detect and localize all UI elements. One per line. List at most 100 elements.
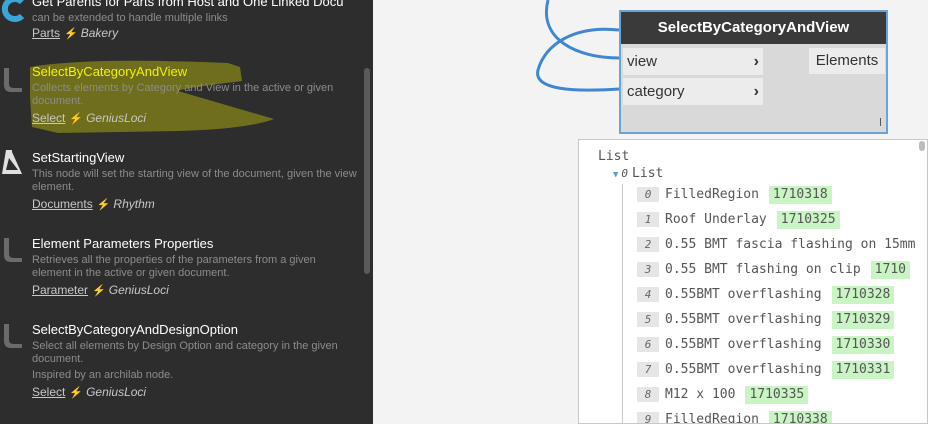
geniusloci-icon xyxy=(4,238,22,262)
library-item-description-extra: Inspired by an archilab node. xyxy=(32,369,174,381)
item-name: FilledRegion xyxy=(665,187,759,202)
list-item: 0 FilledRegion 1710318 xyxy=(637,184,832,204)
library-item-selectbycategoryandview[interactable]: SelectByCategoryAndView Collects element… xyxy=(0,58,362,138)
expand-triangle-icon[interactable]: ▼ xyxy=(613,170,618,180)
item-name: 0.55BMT overflashing xyxy=(665,337,822,352)
bakery-c-icon xyxy=(1,0,25,22)
rhythm-icon xyxy=(2,150,22,174)
element-id: 1710338 xyxy=(768,410,832,423)
bolt-icon: ⚡ xyxy=(69,387,84,399)
preview-sublist-header[interactable]: ▼ 0 List xyxy=(613,166,663,181)
element-id: 1710 xyxy=(870,260,910,279)
element-id: 1710328 xyxy=(831,285,895,304)
category-link[interactable]: Select xyxy=(32,385,65,399)
library-item-name: SetStartingView xyxy=(32,150,125,165)
library-item-name: SelectByCategoryAndView xyxy=(32,64,188,79)
node-preview-list[interactable]: List ▼ 0 List 0 FilledRegion 1710318 1 Roof U… xyxy=(578,139,928,424)
bolt-icon: ⚡ xyxy=(92,285,106,297)
package-name: GeniusLoci xyxy=(108,283,169,297)
preview-root-label: List xyxy=(598,149,630,164)
bolt-icon: ⚡ xyxy=(64,28,78,40)
library-item-meta: Documents ⚡ Rhythm xyxy=(32,197,155,211)
item-index: 8 xyxy=(637,387,659,402)
library-item-name: Get Parents for Parts from Host and One … xyxy=(32,0,344,9)
sublist-index: 0 xyxy=(621,167,629,180)
item-index: 1 xyxy=(637,212,659,227)
library-item-meta: Select ⚡ GeniusLoci xyxy=(32,111,146,125)
category-link[interactable]: Documents xyxy=(32,197,93,211)
item-name: 0.55BMT overflashing xyxy=(665,312,822,327)
library-item-selectbycategoryanddesignoption[interactable]: SelectByCategoryAndDesignOption Select a… xyxy=(0,316,362,408)
element-id: 1710331 xyxy=(831,360,895,379)
item-index: 0 xyxy=(637,187,659,202)
list-item: 5 0.55BMT overflashing 1710329 xyxy=(637,309,895,329)
library-scrollbar-thumb[interactable] xyxy=(364,68,370,274)
library-item-setstartingview[interactable]: SetStartingView This node will set the s… xyxy=(0,144,362,220)
item-name: 0.55 BMT fascia flashing on 15mm xyxy=(665,237,916,252)
sublist-label: List xyxy=(632,166,664,181)
tree-guide-line xyxy=(622,184,623,423)
item-index: 7 xyxy=(637,362,659,377)
library-item-name: Element Parameters Properties xyxy=(32,236,214,251)
item-name: 0.55 BMT flashing on clip xyxy=(665,262,861,277)
package-name: GeniusLoci xyxy=(86,385,147,399)
output-port-elements[interactable]: Elements xyxy=(809,48,885,74)
port-label: category xyxy=(627,83,685,100)
list-item: 1 Roof Underlay 1710325 xyxy=(637,209,840,229)
input-port-category[interactable]: category › xyxy=(623,78,763,105)
chevron-right-icon: › xyxy=(753,53,759,70)
item-index: 3 xyxy=(637,262,659,277)
item-index: 5 xyxy=(637,312,659,327)
geniusloci-icon xyxy=(4,324,22,348)
item-index: 6 xyxy=(637,337,659,352)
element-id: 1710329 xyxy=(831,310,895,329)
library-item-meta: Select ⚡ GeniusLoci xyxy=(32,385,146,399)
element-id: 1710318 xyxy=(768,185,832,204)
item-index: 4 xyxy=(637,287,659,302)
item-name: FilledRegion xyxy=(665,412,759,424)
library-item-meta: Parts ⚡ Bakery xyxy=(32,26,118,40)
element-id: 1710335 xyxy=(745,385,809,404)
package-name: Bakery xyxy=(80,26,119,40)
item-index: 2 xyxy=(637,237,659,252)
node-lacing-mark: l xyxy=(879,116,883,129)
chevron-right-icon: › xyxy=(753,83,759,100)
item-name: M12 x 100 xyxy=(665,387,736,402)
node-library-panel: Get Parents for Parts from Host and One … xyxy=(0,0,373,424)
bolt-icon: ⚡ xyxy=(69,113,84,125)
list-item: 7 0.55BMT overflashing 1710331 xyxy=(637,359,895,379)
library-item-get-parents[interactable]: Get Parents for Parts from Host and One … xyxy=(0,0,362,44)
item-name: Roof Underlay xyxy=(665,212,767,227)
element-id: 1710330 xyxy=(831,335,895,354)
list-item: 8 M12 x 100 1710335 xyxy=(637,384,809,404)
library-item-name: SelectByCategoryAndDesignOption xyxy=(32,322,238,337)
category-link[interactable]: Parameter xyxy=(32,283,88,297)
node-title[interactable]: SelectByCategoryAndView xyxy=(621,12,886,44)
list-item: 6 0.55BMT overflashing 1710330 xyxy=(637,334,895,354)
category-link[interactable]: Parts xyxy=(32,26,60,40)
item-name: 0.55BMT overflashing xyxy=(665,287,822,302)
library-item-description: can be extended to handle multiple links xyxy=(32,12,228,24)
input-port-view[interactable]: view › xyxy=(623,48,763,75)
library-item-element-parameters-properties[interactable]: Element Parameters Properties Retrieves … xyxy=(0,230,362,306)
geniusloci-icon xyxy=(4,68,22,92)
category-link[interactable]: Select xyxy=(32,111,65,125)
node-selectbycategoryandview[interactable]: SelectByCategoryAndView view › category … xyxy=(619,10,888,134)
port-label: view xyxy=(627,53,658,70)
preview-scrollbar-thumb[interactable] xyxy=(919,141,925,151)
library-item-description: Collects elements by Category and View i… xyxy=(32,82,334,107)
list-item: 3 0.55 BMT flashing on clip 1710 xyxy=(637,259,910,279)
bolt-icon: ⚡ xyxy=(96,199,111,211)
list-item: 2 0.55 BMT fascia flashing on 15mm xyxy=(637,234,915,252)
library-item-description: This node will set the starting view of … xyxy=(32,168,357,193)
item-name: 0.55BMT overflashing xyxy=(665,362,822,377)
list-item: 9 FilledRegion 1710338 xyxy=(637,409,832,424)
package-name: Rhythm xyxy=(113,197,155,211)
package-name: GeniusLoci xyxy=(86,111,147,125)
element-id: 1710325 xyxy=(776,210,840,229)
library-item-description: Retrieves all the properties of the para… xyxy=(32,254,316,279)
library-item-meta: Parameter ⚡ GeniusLoci xyxy=(32,283,169,297)
library-item-description: Select all elements by Design Option and… xyxy=(32,340,338,365)
item-index: 9 xyxy=(637,412,659,423)
list-item: 4 0.55BMT overflashing 1710328 xyxy=(637,284,895,304)
